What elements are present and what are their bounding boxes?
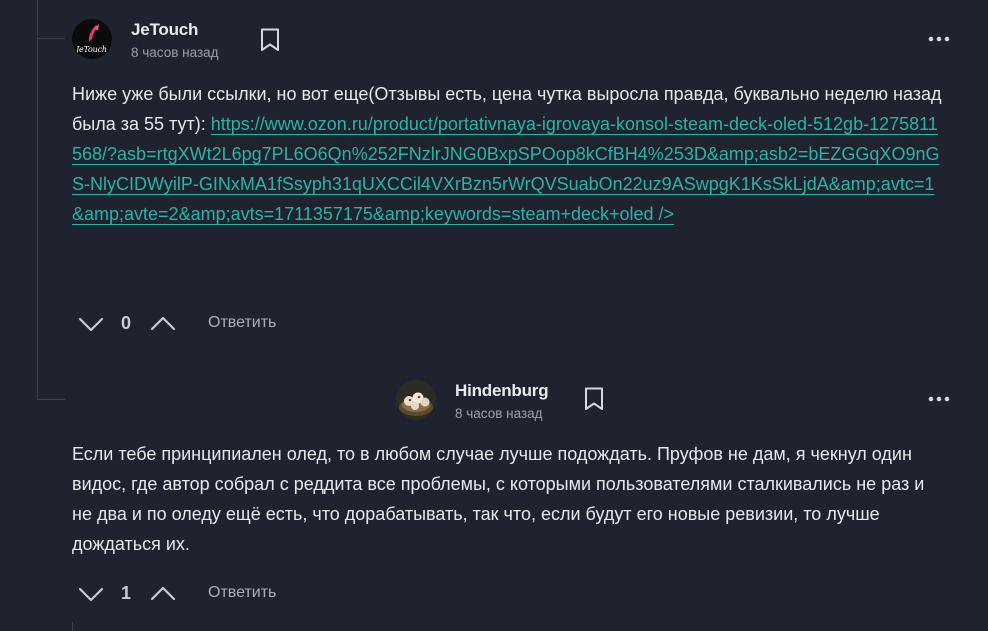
avatar-label: JeTouch xyxy=(76,45,107,54)
chevron-down-icon xyxy=(78,317,104,332)
vote-count: 1 xyxy=(121,583,132,603)
comment-body: Если тебе принципиален олед, то в любом … xyxy=(72,444,925,554)
vote-down-button[interactable] xyxy=(76,309,106,339)
thread-line xyxy=(37,0,38,400)
chevron-up-icon xyxy=(150,586,176,601)
vote-down-button[interactable] xyxy=(76,579,106,609)
comment-time: 8 часов назад xyxy=(131,45,219,60)
more-options-button[interactable] xyxy=(927,31,951,42)
vote-count: 0 xyxy=(121,313,132,333)
comment-body: Ниже уже были ссылки, но вот еще(Отзывы … xyxy=(72,79,944,229)
bookmark-icon xyxy=(585,387,603,410)
reply-button[interactable]: Ответить xyxy=(208,314,276,332)
avatar[interactable] xyxy=(396,380,436,420)
reply-button[interactable]: Ответить xyxy=(208,584,276,602)
comment-author[interactable]: JeTouch xyxy=(131,20,198,40)
comment-author[interactable]: Hindenburg xyxy=(455,381,549,401)
chevron-down-icon xyxy=(78,587,104,602)
bookmark-button[interactable] xyxy=(583,386,605,412)
chevron-up-icon xyxy=(150,316,176,331)
avatar[interactable]: JeTouch xyxy=(72,19,112,59)
comment-time: 8 часов назад xyxy=(455,406,543,421)
comments-page: JeTouch JeTouch 8 часов назад Ниже уже б… xyxy=(0,0,988,631)
thread-connector xyxy=(37,399,65,400)
more-dots-icon xyxy=(928,396,950,402)
vote-up-button[interactable] xyxy=(148,309,178,339)
more-options-button[interactable] xyxy=(927,391,951,402)
vote-up-button[interactable] xyxy=(148,579,178,609)
thread-line xyxy=(72,622,73,631)
avatar-image xyxy=(396,380,436,420)
thread-connector xyxy=(37,38,65,39)
bookmark-button[interactable] xyxy=(259,27,281,53)
more-dots-icon xyxy=(928,36,950,42)
bookmark-icon xyxy=(261,28,279,51)
